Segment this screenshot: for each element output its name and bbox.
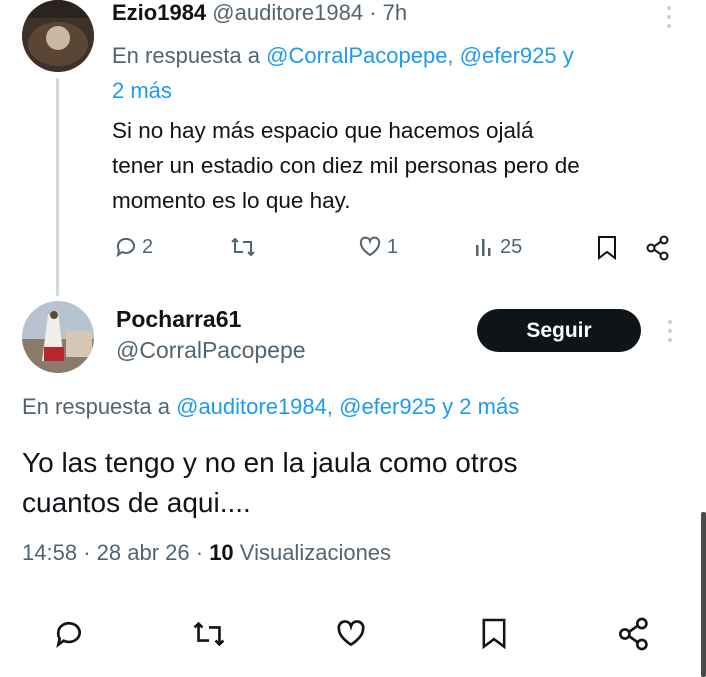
bookmark-icon bbox=[482, 618, 506, 650]
reply-prefix: En respuesta a bbox=[112, 43, 260, 68]
reply-more[interactable]: 2 más bbox=[112, 78, 172, 103]
more-icon[interactable] bbox=[666, 6, 672, 33]
timestamp[interactable]: 7h bbox=[383, 0, 407, 25]
avatar[interactable] bbox=[22, 301, 94, 373]
views-label: Visualizaciones bbox=[239, 540, 392, 565]
tweet-text-line: momento es lo que hay. bbox=[112, 188, 351, 213]
tweet-text: Yo las tengo y no en la jaula como otros… bbox=[22, 443, 692, 523]
reply-count: 2 bbox=[142, 235, 154, 258]
retweet-button[interactable] bbox=[230, 235, 256, 259]
reply-button[interactable] bbox=[52, 618, 86, 650]
reply-mentions[interactable]: @auditore1984, @efer925 y 2 más bbox=[176, 394, 519, 419]
tweet-date[interactable]: 28 abr 26 bbox=[97, 540, 190, 565]
retweet-button[interactable] bbox=[192, 618, 226, 650]
tweet-text-line: tener un estadio con diez mil personas p… bbox=[112, 153, 580, 178]
tweet-text-line: cuantos de aqui.... bbox=[22, 487, 251, 518]
scrollbar-thumb[interactable] bbox=[701, 512, 706, 677]
share-button[interactable] bbox=[617, 617, 651, 651]
tweet-time[interactable]: 14:58 bbox=[22, 540, 77, 565]
reply-mentions[interactable]: @CorralPacopepe, @efer925 y bbox=[266, 43, 574, 68]
share-icon bbox=[646, 235, 669, 261]
avatar[interactable] bbox=[22, 0, 94, 72]
meta-separator: · bbox=[195, 540, 204, 565]
follow-button[interactable]: Seguir bbox=[477, 309, 641, 352]
bookmark-icon bbox=[598, 236, 616, 260]
more-icon[interactable] bbox=[667, 320, 673, 347]
reply-button[interactable]: 2 bbox=[114, 235, 153, 259]
tweet-text-line: Si no hay más espacio que hacemos ojalá bbox=[112, 118, 534, 143]
views-button[interactable]: 25 bbox=[474, 235, 522, 259]
thread-connector bbox=[56, 78, 59, 296]
like-button[interactable]: 1 bbox=[357, 235, 398, 259]
share-icon bbox=[618, 617, 648, 651]
like-button[interactable] bbox=[333, 618, 369, 650]
retweet-icon bbox=[231, 237, 255, 257]
meta-separator: · bbox=[83, 540, 91, 565]
like-count: 1 bbox=[387, 235, 399, 258]
reply-icon bbox=[56, 621, 81, 648]
tweet-text-line: Yo las tengo y no en la jaula como otros bbox=[22, 447, 518, 478]
share-button[interactable] bbox=[645, 235, 671, 261]
views-icon bbox=[476, 239, 491, 256]
separator: · bbox=[369, 0, 377, 25]
display-name[interactable]: Pocharra61 bbox=[116, 306, 241, 333]
views-count[interactable]: 10 bbox=[209, 540, 233, 565]
reply-icon bbox=[116, 237, 135, 258]
handle[interactable]: @auditore1984 bbox=[212, 0, 363, 25]
bookmark-button[interactable] bbox=[596, 235, 618, 261]
bookmark-button[interactable] bbox=[480, 617, 508, 651]
reply-header: Ezio1984 @auditore1984 · 7h bbox=[112, 0, 407, 26]
like-icon bbox=[359, 236, 381, 257]
views-count: 25 bbox=[500, 235, 523, 258]
tweet-meta: 14:58 · 28 abr 26 · 10 Visualizaciones bbox=[22, 540, 391, 566]
like-icon bbox=[337, 620, 365, 647]
retweet-icon bbox=[193, 621, 225, 647]
tweet-text: Si no hay más espacio que hacemos ojalá … bbox=[112, 113, 692, 218]
handle[interactable]: @CorralPacopepe bbox=[116, 337, 306, 364]
reply-context: En respuesta a @auditore1984, @efer925 y… bbox=[22, 394, 519, 420]
display-name[interactable]: Ezio1984 bbox=[112, 0, 206, 25]
reply-context: En respuesta a @CorralPacopepe, @efer925… bbox=[112, 38, 682, 108]
reply-prefix: En respuesta a bbox=[22, 394, 170, 419]
